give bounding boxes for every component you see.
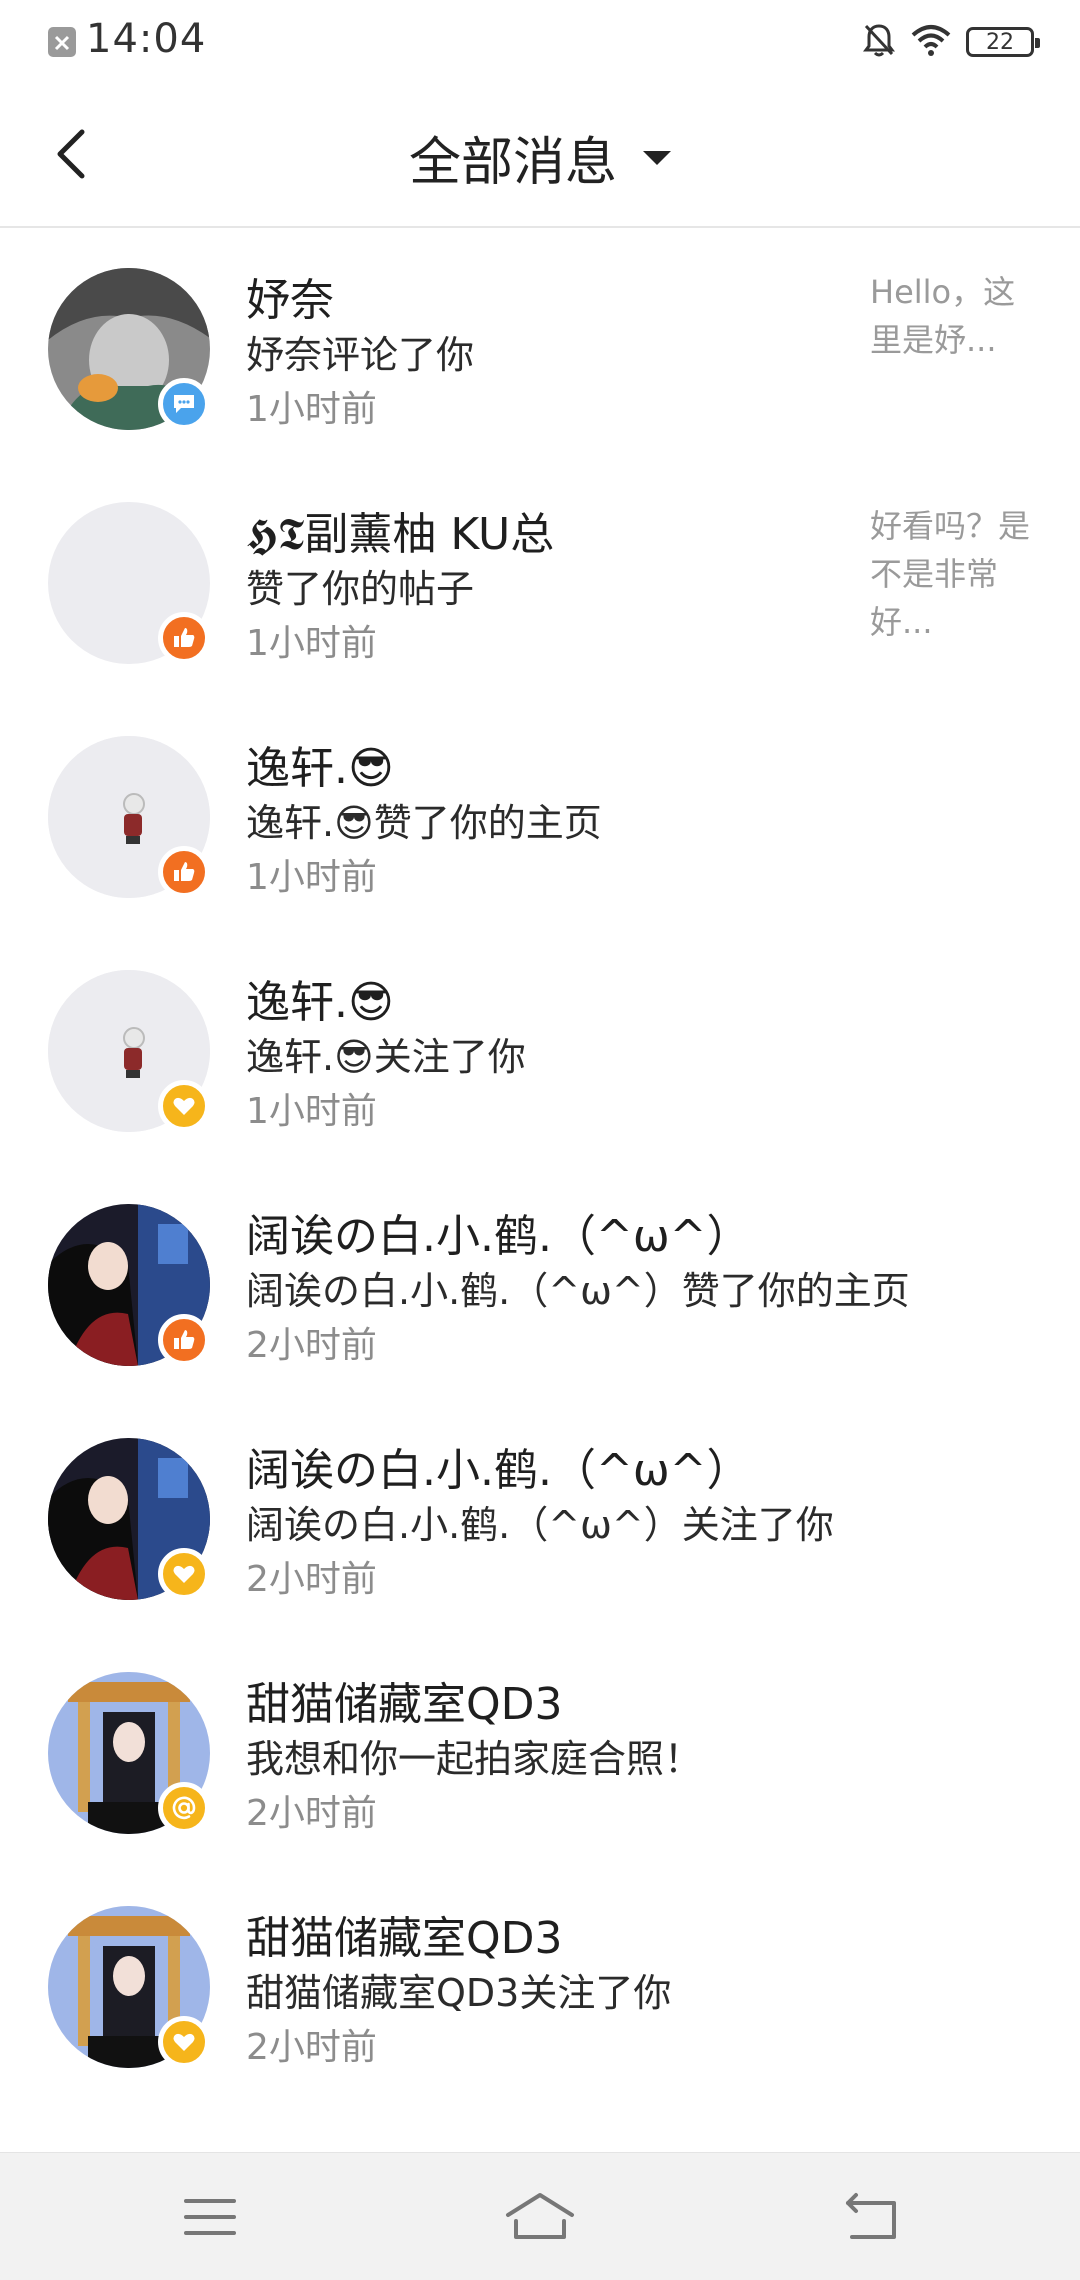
message-preview: 好看吗？是不是非常好... [870, 507, 1031, 641]
message-time: 2小时前 [246, 1793, 377, 1834]
wifi-icon [910, 23, 952, 61]
like-badge-icon [158, 1314, 210, 1366]
comment-badge-icon [158, 378, 210, 430]
sender-name: 𝕳𝕿副薰柚 KU总 [246, 509, 555, 560]
message-time: 2小时前 [246, 1559, 377, 1600]
sender-name: 逸轩.😎 [246, 977, 394, 1028]
sender-name: 妤奈 [246, 275, 334, 326]
message-time: 1小时前 [246, 1091, 377, 1132]
message-item[interactable]: 逸轩.😎 逸轩.😎关注了你 1小时前 [0, 930, 1080, 1164]
heart-badge-icon [158, 1548, 210, 1600]
message-item[interactable]: 甜猫储藏室QD3 甜猫储藏室QD3关注了你 2小时前 [0, 1866, 1080, 2100]
caret-down-icon [643, 150, 671, 165]
message-action: 我想和你一起拍家庭合照！ [246, 1737, 703, 1781]
menu-icon [184, 2199, 236, 2235]
system-nav-bar [0, 2152, 1080, 2280]
sender-name: 甜猫储藏室QD3 [246, 1679, 563, 1730]
message-time: 1小时前 [246, 623, 377, 664]
sender-name: 阔诶の白.小.鹤.（^ω^） [246, 1211, 751, 1262]
battery-level: 22 [986, 29, 1014, 55]
message-action: 逸轩.😎关注了你 [246, 1035, 526, 1079]
status-icons: 22 [862, 22, 1040, 62]
menu-button[interactable] [170, 2185, 250, 2249]
message-time: 1小时前 [246, 389, 377, 430]
home-button[interactable] [500, 2185, 580, 2249]
sender-name: 甜猫储藏室QD3 [246, 1913, 563, 1964]
message-action: 甜猫储藏室QD3关注了你 [246, 1971, 672, 2015]
home-icon [506, 2193, 574, 2239]
message-list: 妤奈 妤奈评论了你 1小时前 Hello，这里是妤... 𝕳𝕿副薰柚 KU总 赞… [0, 228, 1080, 2100]
title-dropdown[interactable]: 全部消息 [0, 120, 1080, 195]
heart-badge-icon [158, 2016, 210, 2068]
message-action: 赞了你的帖子 [246, 567, 475, 611]
header: 全部消息 [0, 82, 1080, 228]
status-time: 14:04 [86, 16, 207, 62]
like-badge-icon [158, 846, 210, 898]
screen: 14:04 22 全部消息 妤奈 妤奈评论了你 1小时前 Hello，这里是妤.… [0, 0, 1080, 2280]
back-nav-button[interactable] [830, 2185, 910, 2249]
bell-off-icon [862, 22, 896, 62]
at-badge-icon [158, 1782, 210, 1834]
message-action: 妤奈评论了你 [246, 333, 475, 377]
notification-blocked-icon [48, 27, 76, 57]
message-action: 阔诶の白.小.鹤.（^ω^）关注了你 [246, 1503, 834, 1547]
message-time: 2小时前 [246, 2027, 377, 2068]
page-title: 全部消息 [408, 133, 617, 193]
message-preview: Hello，这里是妤... [870, 273, 1016, 359]
message-time: 1小时前 [246, 857, 377, 898]
sender-name: 阔诶の白.小.鹤.（^ω^） [246, 1445, 751, 1496]
message-action: 阔诶の白.小.鹤.（^ω^）赞了你的主页 [246, 1269, 910, 1313]
back-icon [846, 2193, 896, 2239]
like-badge-icon [158, 612, 210, 664]
message-item[interactable]: 逸轩.😎 逸轩.😎赞了你的主页 1小时前 [0, 696, 1080, 930]
message-item[interactable]: 甜猫储藏室QD3 我想和你一起拍家庭合照！ 2小时前 [0, 1632, 1080, 1866]
message-item[interactable]: 𝕳𝕿副薰柚 KU总 赞了你的帖子 1小时前 好看吗？是不是非常好... [0, 462, 1080, 696]
message-item[interactable]: 妤奈 妤奈评论了你 1小时前 Hello，这里是妤... [0, 228, 1080, 462]
message-action: 逸轩.😎赞了你的主页 [246, 801, 602, 845]
sender-name: 逸轩.😎 [246, 743, 394, 794]
message-time: 2小时前 [246, 1325, 377, 1366]
heart-badge-icon [158, 1080, 210, 1132]
message-item[interactable]: 阔诶の白.小.鹤.（^ω^） 阔诶の白.小.鹤.（^ω^）赞了你的主页 2小时前 [0, 1164, 1080, 1398]
message-item[interactable]: 阔诶の白.小.鹤.（^ω^） 阔诶の白.小.鹤.（^ω^）关注了你 2小时前 [0, 1398, 1080, 1632]
battery-icon: 22 [966, 27, 1040, 57]
status-bar: 14:04 22 [0, 0, 1080, 82]
